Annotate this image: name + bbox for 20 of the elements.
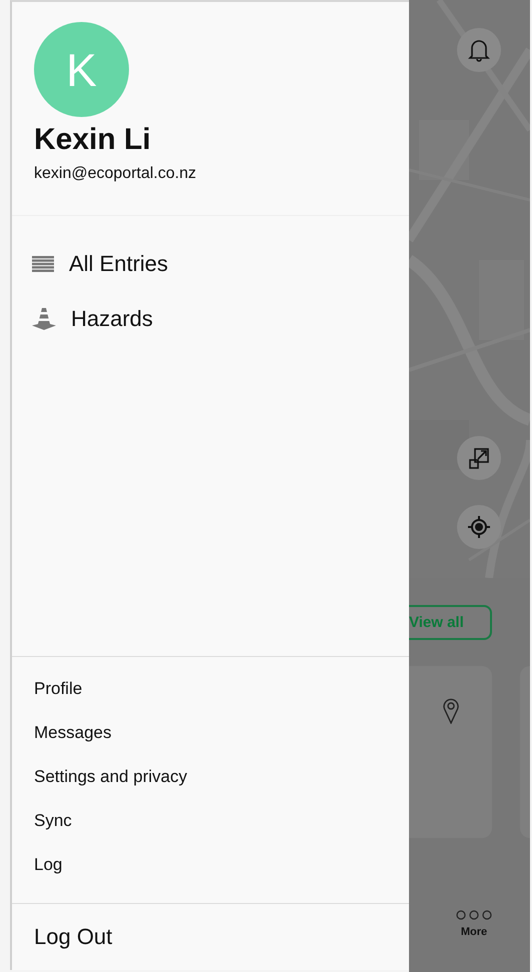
menu-item[interactable]: Profile <box>34 679 82 699</box>
tab-label: More <box>460 926 488 938</box>
more-tab[interactable]: More <box>409 892 530 972</box>
locate-icon <box>467 515 491 539</box>
log-out-link[interactable]: Log Out <box>34 924 112 950</box>
more-icon <box>456 910 492 920</box>
bell-icon <box>467 38 491 62</box>
nav-item[interactable]: All Entries <box>69 250 168 276</box>
list-icon <box>32 256 54 272</box>
menu-item[interactable]: Sync <box>34 811 72 831</box>
menu-item[interactable]: Log <box>34 855 62 875</box>
nav-item[interactable]: Hazards <box>71 306 153 332</box>
user-name: Kexin Li <box>34 123 151 157</box>
user-email: kexin@ecoportal.co.nz <box>34 165 196 183</box>
menu-item[interactable]: Messages <box>34 723 112 743</box>
traffic-cone-icon <box>32 308 56 330</box>
avatar: K <box>34 22 129 117</box>
menu-item[interactable]: Settings and privacy <box>34 767 188 787</box>
location-pin-icon <box>442 698 458 724</box>
expand-icon <box>467 446 491 470</box>
